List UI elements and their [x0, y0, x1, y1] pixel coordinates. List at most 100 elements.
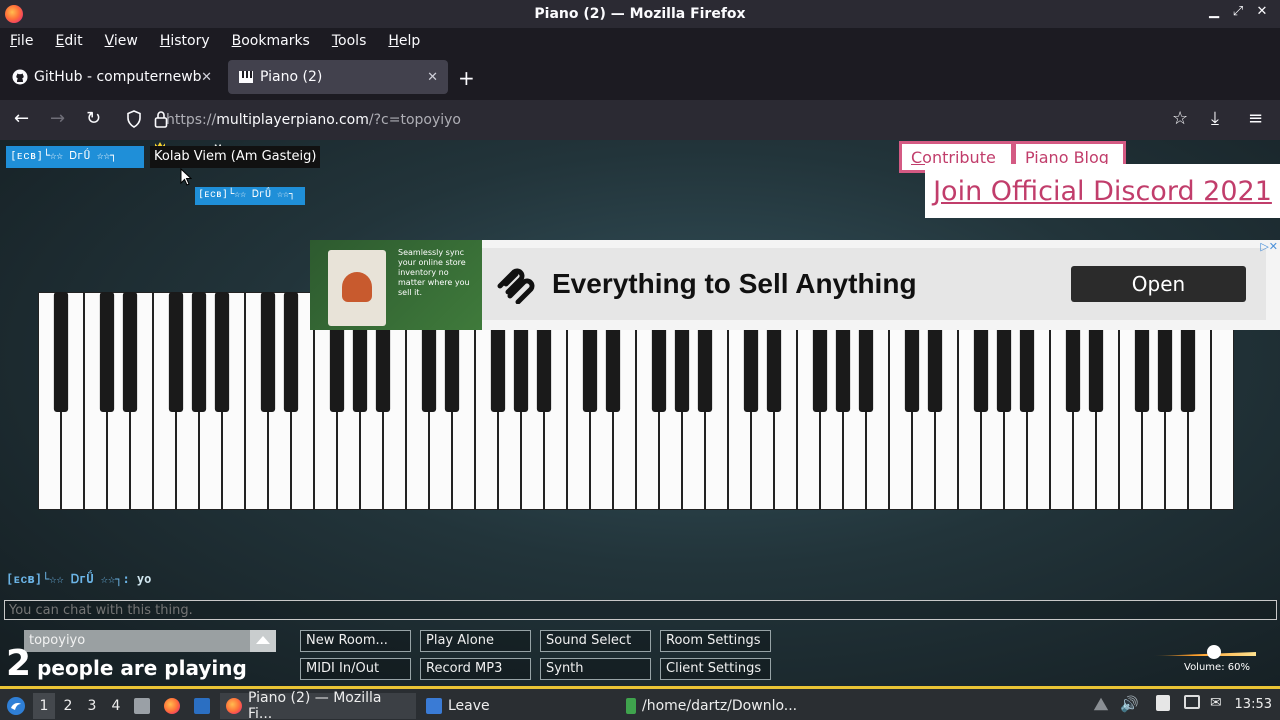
- room-settings-button[interactable]: Room Settings: [660, 630, 771, 652]
- advertisement-banner[interactable]: Seamlessly sync your online store invent…: [310, 240, 1280, 330]
- menu-history[interactable]: History: [160, 33, 210, 49]
- start-menu-icon[interactable]: [6, 693, 26, 719]
- menu-bookmarks[interactable]: Bookmarks: [232, 33, 310, 49]
- lock-icon[interactable]: [154, 110, 168, 132]
- black-key[interactable]: [122, 292, 138, 412]
- close-icon[interactable]: ✕: [201, 70, 212, 85]
- window-controls: ▁ ⤢ ✕: [1206, 4, 1270, 19]
- clock: 13:53: [1234, 697, 1272, 712]
- taskbar-window-terminal[interactable]: /home/dartz/Downlo...: [620, 693, 820, 719]
- tab-github[interactable]: GitHub - computernewb/ ✕: [2, 60, 222, 94]
- menu-bar: File Edit View History Bookmarks Tools H…: [0, 28, 1280, 54]
- url-text[interactable]: https://multiplayerpiano.com/?c=topoyiyo: [166, 112, 461, 128]
- client-settings-button[interactable]: Client Settings: [660, 658, 771, 680]
- chevron-up-icon[interactable]: [250, 630, 276, 652]
- volume-label: Volume: 60%: [1184, 662, 1250, 673]
- window-title: Piano (2) — Mozilla Firefox: [534, 6, 746, 22]
- ad-headline[interactable]: Everything to Sell Anything: [552, 268, 917, 300]
- minimize-icon[interactable]: ▁: [1206, 4, 1222, 19]
- menu-view[interactable]: View: [105, 33, 138, 49]
- reload-icon[interactable]: ↻: [86, 108, 101, 129]
- close-icon[interactable]: ✕: [1254, 4, 1270, 19]
- piano-icon: [238, 69, 254, 85]
- folder-icon: [426, 698, 442, 714]
- chat-input[interactable]: [4, 600, 1277, 620]
- player-count: 2 people are playing: [6, 643, 247, 684]
- mouse-cursor-icon: [180, 168, 192, 186]
- black-key[interactable]: [214, 292, 230, 412]
- black-key[interactable]: [99, 292, 115, 412]
- player-count-text: people are playing: [37, 656, 247, 680]
- discord-link-text[interactable]: Join Official Discord 2021: [933, 176, 1272, 207]
- menu-tools[interactable]: Tools: [332, 33, 367, 49]
- chat-text: yo: [136, 572, 152, 586]
- tray-up-arrow-icon[interactable]: [1093, 697, 1109, 711]
- download-icon[interactable]: ⤓: [1211, 108, 1219, 129]
- volume-knob[interactable]: [1207, 645, 1222, 659]
- ad-choices-icon[interactable]: ▷✕: [1260, 240, 1278, 253]
- black-key[interactable]: [260, 292, 276, 412]
- black-key[interactable]: [53, 292, 69, 412]
- black-key[interactable]: [283, 292, 299, 412]
- workspace-2[interactable]: 2: [57, 693, 79, 719]
- desktop-icon[interactable]: [194, 693, 216, 719]
- firefox-icon: [5, 5, 23, 23]
- ad-small-text: Seamlessly sync your online store invent…: [398, 248, 470, 297]
- taskbar-window-label: Piano (2) — Mozilla Fi...: [247, 690, 382, 720]
- workspace-3[interactable]: 3: [81, 693, 103, 719]
- github-icon: [12, 69, 28, 85]
- menu-edit[interactable]: Edit: [55, 33, 82, 49]
- volume-track[interactable]: [1152, 652, 1256, 656]
- player-count-number: 2: [6, 643, 32, 684]
- menu-hamburger-icon[interactable]: ≡: [1248, 108, 1263, 129]
- owner-name-tag[interactable]: Kolab Viem (Am Gasteig): [150, 146, 321, 168]
- taskbar-window-leave[interactable]: Leave: [420, 693, 616, 719]
- tab-piano[interactable]: Piano (2) ✕: [228, 60, 448, 94]
- ad-thumbnail[interactable]: Seamlessly sync your online store invent…: [310, 240, 482, 330]
- files-icon[interactable]: [134, 693, 156, 719]
- forward-icon[interactable]: →: [50, 108, 65, 129]
- display-icon[interactable]: [1184, 695, 1202, 713]
- volume-slider[interactable]: [1152, 645, 1256, 660]
- new-room-button[interactable]: New Room...: [300, 630, 411, 652]
- play-alone-button[interactable]: Play Alone: [420, 630, 531, 652]
- record-mp3-button[interactable]: Record MP3: [420, 658, 531, 680]
- black-key[interactable]: [168, 292, 184, 412]
- bookmark-star-icon[interactable]: ☆: [1172, 108, 1188, 129]
- workspace-4[interactable]: 4: [105, 693, 127, 719]
- ad-main-panel[interactable]: Everything to Sell Anything Open: [482, 248, 1266, 320]
- menu-help[interactable]: Help: [388, 33, 420, 49]
- taskbar-window-firefox[interactable]: Piano (2) — Mozilla Fi...: [220, 690, 416, 720]
- volume-tray-icon[interactable]: 🔊: [1120, 695, 1139, 713]
- piano-page: [ᴇᴄʙ]└☆☆ ᎠгǗ ☆☆┐ Me Kolab Viem (Am Gaste…: [0, 140, 1280, 686]
- shield-icon[interactable]: [126, 110, 142, 132]
- workspace-1[interactable]: 1: [33, 693, 55, 719]
- cursor-name-tag: [ᴇᴄʙ]└☆☆ ᎠгǗ ☆☆┐: [195, 187, 305, 205]
- ad-open-button[interactable]: Open: [1071, 266, 1246, 302]
- terminal-icon: [626, 698, 636, 714]
- back-icon[interactable]: ←: [14, 108, 29, 129]
- sound-select-button[interactable]: Sound Select: [540, 630, 651, 652]
- firefox-launcher-icon[interactable]: [164, 693, 186, 719]
- tab-label: GitHub - computernewb/: [34, 69, 202, 85]
- taskbar: 1 2 3 4 Piano (2) — Mozilla Fi... Leave …: [0, 686, 1280, 720]
- navigation-bar: ← → ↻ https://multiplayerpiano.com/?c=to…: [0, 100, 1280, 140]
- tab-bar: GitHub - computernewb/ ✕ Piano (2) ✕ +: [0, 54, 1280, 100]
- clipboard-icon[interactable]: [1156, 695, 1174, 713]
- synth-button[interactable]: Synth: [540, 658, 651, 680]
- menu-file[interactable]: File: [10, 33, 33, 49]
- new-tab-icon[interactable]: +: [458, 66, 475, 90]
- discord-link[interactable]: Join Official Discord 2021: [925, 164, 1280, 218]
- url-bar[interactable]: https://multiplayerpiano.com/?c=topoyiyo: [120, 104, 1202, 136]
- close-icon[interactable]: ✕: [427, 70, 438, 85]
- chair-image: [328, 250, 386, 326]
- chat-message: [ᴇᴄʙ]└☆☆ ᎠгǗ ☆☆┐: yo: [6, 572, 151, 587]
- squarespace-logo-icon: [497, 268, 535, 304]
- taskbar-window-label: /home/dartz/Downlo...: [642, 698, 798, 714]
- network-icon[interactable]: ✉: [1210, 695, 1228, 713]
- user-name-tag[interactable]: [ᴇᴄʙ]└☆☆ ᎠгǗ ☆☆┐: [6, 146, 144, 168]
- black-key[interactable]: [191, 292, 207, 412]
- maximize-icon[interactable]: ⤢: [1230, 4, 1246, 19]
- midi-in-out-button[interactable]: MIDI In/Out: [300, 658, 411, 680]
- window-titlebar: Piano (2) — Mozilla Firefox ▁ ⤢ ✕: [0, 0, 1280, 28]
